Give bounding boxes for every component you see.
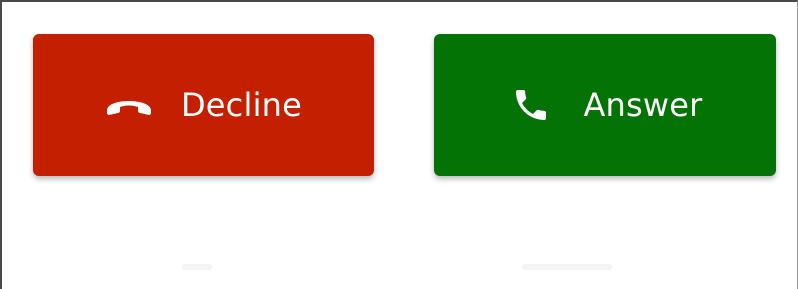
decline-label: Decline bbox=[180, 86, 303, 124]
phone-hangup-icon bbox=[105, 81, 153, 129]
faint-mark bbox=[522, 264, 612, 270]
faint-mark bbox=[182, 264, 212, 270]
decline-button[interactable]: Decline bbox=[33, 34, 374, 176]
answer-label: Answer bbox=[583, 86, 703, 124]
answer-button[interactable]: Answer bbox=[434, 34, 776, 176]
call-panel: Decline Answer bbox=[0, 0, 798, 289]
phone-icon bbox=[507, 81, 555, 129]
